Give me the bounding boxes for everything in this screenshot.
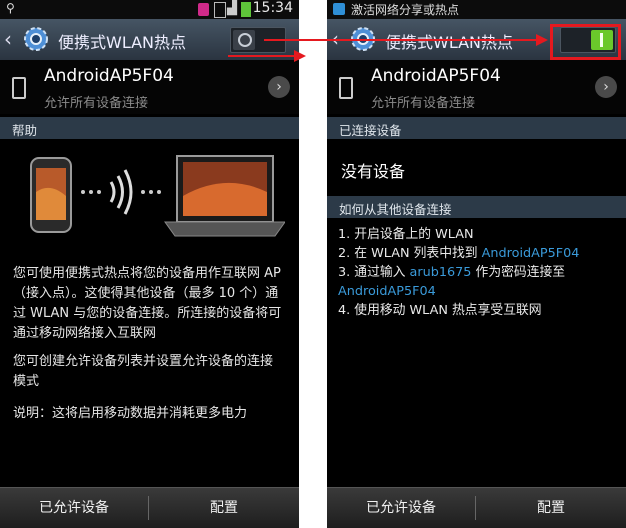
sim-icon bbox=[214, 2, 226, 18]
page-title: 便携式WLAN热点 bbox=[58, 33, 187, 52]
allowed-devices-button[interactable]: 已允许设备 bbox=[0, 488, 148, 528]
step-2: 2. 在 WLAN 列表中找到 AndroidAP5F04 bbox=[338, 246, 580, 261]
usb-icon: ⚲ bbox=[6, 1, 15, 15]
help-section-header: 帮助 bbox=[0, 117, 299, 139]
network-subtitle: 允许所有设备连接 bbox=[44, 96, 149, 111]
step-4: 4. 使用移动 WLAN 热点享受互联网 bbox=[338, 303, 542, 318]
toggle-knob bbox=[233, 30, 255, 50]
hotspot-toggle[interactable] bbox=[230, 27, 286, 53]
title-bar: ‹ 便携式WLAN热点 bbox=[0, 19, 299, 61]
help-paragraph-3: 说明：这将启用移动数据并消耗更多电力 bbox=[13, 406, 248, 421]
bottom-bar: 已允许设备 配置 bbox=[327, 487, 626, 528]
app-notification-icon bbox=[198, 3, 209, 16]
ssid-link: AndroidAP5F04 bbox=[481, 246, 580, 261]
settings-gear-icon bbox=[351, 27, 375, 51]
network-row[interactable]: AndroidAP5F04 允许所有设备连接 › bbox=[0, 60, 299, 114]
help-paragraph-2: 您可创建允许设备列表并设置允许设备的连接模式 bbox=[13, 354, 274, 389]
off-circle-icon bbox=[238, 33, 252, 47]
howto-header: 如何从其他设备连接 bbox=[327, 196, 626, 218]
signal-icon: ▟ bbox=[227, 1, 237, 16]
right-screen: 激活网络分享或热点 ‹ 便携式WLAN热点 AndroidAP5F04 允许所有… bbox=[327, 0, 626, 528]
phone-icon bbox=[339, 77, 353, 99]
network-name: AndroidAP5F04 bbox=[371, 66, 501, 86]
password-value: arub1675 bbox=[409, 265, 472, 280]
step-1: 1. 开启设备上的 WLAN bbox=[338, 227, 474, 242]
chevron-right-icon[interactable]: › bbox=[595, 76, 617, 98]
network-name: AndroidAP5F04 bbox=[44, 66, 174, 86]
step-3: 3. 通过输入 arub1675 作为密码连接至 AndroidAP5F04 bbox=[338, 265, 566, 299]
config-button[interactable]: 配置 bbox=[476, 488, 626, 528]
bottom-bar: 已允许设备 配置 bbox=[0, 487, 299, 528]
back-icon[interactable]: ‹ bbox=[4, 27, 12, 51]
config-button[interactable]: 配置 bbox=[149, 488, 299, 528]
allowed-devices-button[interactable]: 已允许设备 bbox=[327, 488, 475, 528]
network-row[interactable]: AndroidAP5F04 允许所有设备连接 › bbox=[327, 60, 626, 114]
status-bar: 激活网络分享或热点 bbox=[327, 0, 626, 19]
network-subtitle: 允许所有设备连接 bbox=[371, 96, 476, 111]
notification-text: 激活网络分享或热点 bbox=[351, 3, 460, 17]
connected-devices-header: 已连接设备 bbox=[327, 117, 626, 139]
status-time: 15:34 bbox=[252, 0, 293, 16]
help-paragraph-1: 您可使用便携式热点将您的设备用作互联网 AP（接入点）。这使得其他设备（最多 1… bbox=[13, 266, 282, 341]
hotspot-notification-icon bbox=[333, 3, 345, 15]
settings-gear-icon bbox=[24, 27, 48, 51]
chevron-right-icon[interactable]: › bbox=[268, 76, 290, 98]
left-screen: ⚲ ▟ 15:34 ‹ 便携式WLAN热点 AndroidAP5F04 允许所有… bbox=[0, 0, 299, 528]
hotspot-illustration bbox=[30, 155, 285, 237]
phone-icon bbox=[12, 77, 26, 99]
status-bar: ⚲ ▟ 15:34 bbox=[0, 0, 299, 19]
highlight-box bbox=[550, 24, 621, 60]
back-icon[interactable]: ‹ bbox=[331, 27, 339, 51]
howto-steps: 1. 开启设备上的 WLAN 2. 在 WLAN 列表中找到 AndroidAP… bbox=[338, 225, 620, 320]
battery-icon bbox=[241, 2, 251, 17]
no-devices-text: 没有设备 bbox=[341, 162, 406, 181]
ssid-link: AndroidAP5F04 bbox=[338, 284, 436, 299]
page-title: 便携式WLAN热点 bbox=[385, 33, 514, 52]
